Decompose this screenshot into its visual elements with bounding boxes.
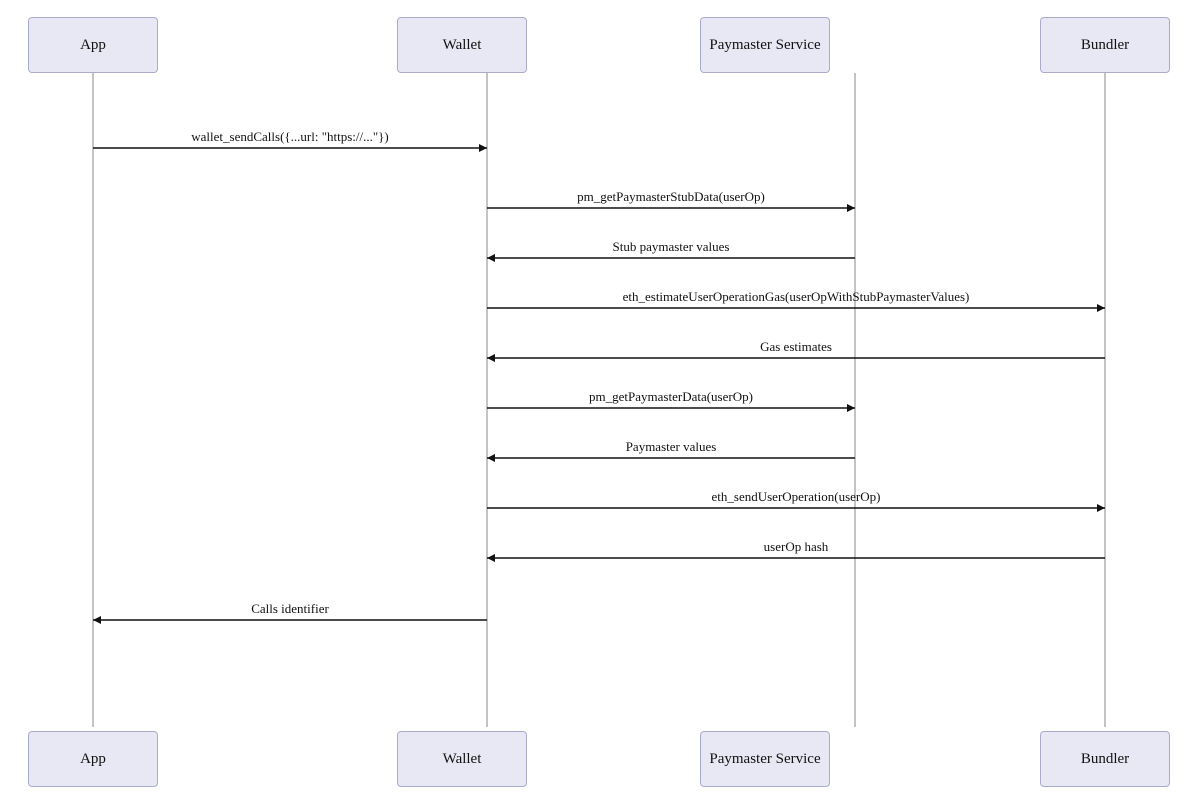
- actor-paymaster-top: Paymaster Service: [700, 17, 830, 73]
- svg-text:Calls identifier: Calls identifier: [251, 601, 329, 616]
- svg-text:userOp hash: userOp hash: [764, 539, 829, 554]
- actor-wallet-bottom: Wallet: [397, 731, 527, 787]
- actor-paymaster-bottom: Paymaster Service: [700, 731, 830, 787]
- svg-text:eth_estimateUserOperationGas(u: eth_estimateUserOperationGas(userOpWithS…: [623, 289, 970, 304]
- svg-text:Stub paymaster values: Stub paymaster values: [613, 239, 730, 254]
- svg-text:wallet_sendCalls({...url: "htt: wallet_sendCalls({...url: "https://..."}…: [191, 129, 389, 144]
- svg-text:eth_sendUserOperation(userOp): eth_sendUserOperation(userOp): [712, 489, 881, 504]
- svg-text:pm_getPaymasterStubData(userOp: pm_getPaymasterStubData(userOp): [577, 189, 765, 204]
- diagram-svg: wallet_sendCalls({...url: "https://..."}…: [0, 0, 1200, 804]
- svg-text:pm_getPaymasterData(userOp): pm_getPaymasterData(userOp): [589, 389, 753, 404]
- svg-text:Gas estimates: Gas estimates: [760, 339, 832, 354]
- actor-app-bottom: App: [28, 731, 158, 787]
- sequence-diagram: wallet_sendCalls({...url: "https://..."}…: [0, 0, 1200, 804]
- actor-app-top: App: [28, 17, 158, 73]
- actor-wallet-top: Wallet: [397, 17, 527, 73]
- actor-bundler-top: Bundler: [1040, 17, 1170, 73]
- actor-bundler-bottom: Bundler: [1040, 731, 1170, 787]
- svg-text:Paymaster values: Paymaster values: [626, 439, 717, 454]
